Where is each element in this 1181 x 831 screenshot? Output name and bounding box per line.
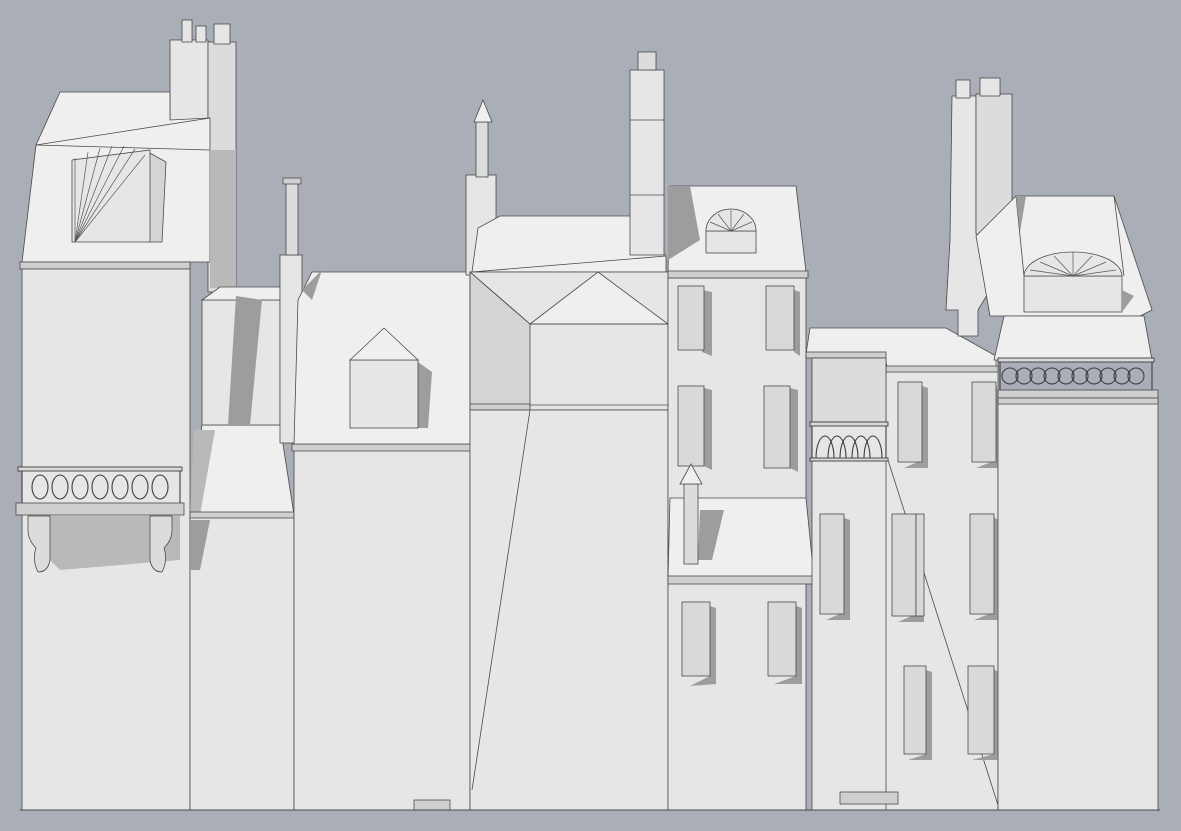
building-facade-render xyxy=(15,19,1160,811)
facade-wall xyxy=(997,397,1159,811)
building-narrow-low xyxy=(189,177,303,811)
chimney-pot xyxy=(285,182,299,256)
chimney-pot xyxy=(637,51,657,71)
building-shuttered xyxy=(667,185,817,811)
fan-dormer xyxy=(705,208,757,254)
building-dormer xyxy=(291,270,473,811)
chimney-pot xyxy=(213,23,231,45)
building-right-center xyxy=(805,327,1000,811)
chimney-spire xyxy=(473,98,493,123)
chimney-pot xyxy=(979,77,1001,97)
roof-cornice xyxy=(19,261,191,270)
chimney xyxy=(169,39,209,121)
step xyxy=(413,799,451,811)
chimney xyxy=(683,483,699,565)
chimney-pot xyxy=(475,121,489,178)
fan-dormer xyxy=(71,145,167,243)
step xyxy=(839,791,899,805)
chimney-pot xyxy=(955,79,971,99)
roof-railing xyxy=(997,357,1155,390)
chimney xyxy=(629,69,665,256)
facade-wall xyxy=(189,514,295,811)
chimney-pot xyxy=(195,25,207,43)
facade-wall xyxy=(293,449,471,811)
chimney-pot xyxy=(181,19,193,43)
